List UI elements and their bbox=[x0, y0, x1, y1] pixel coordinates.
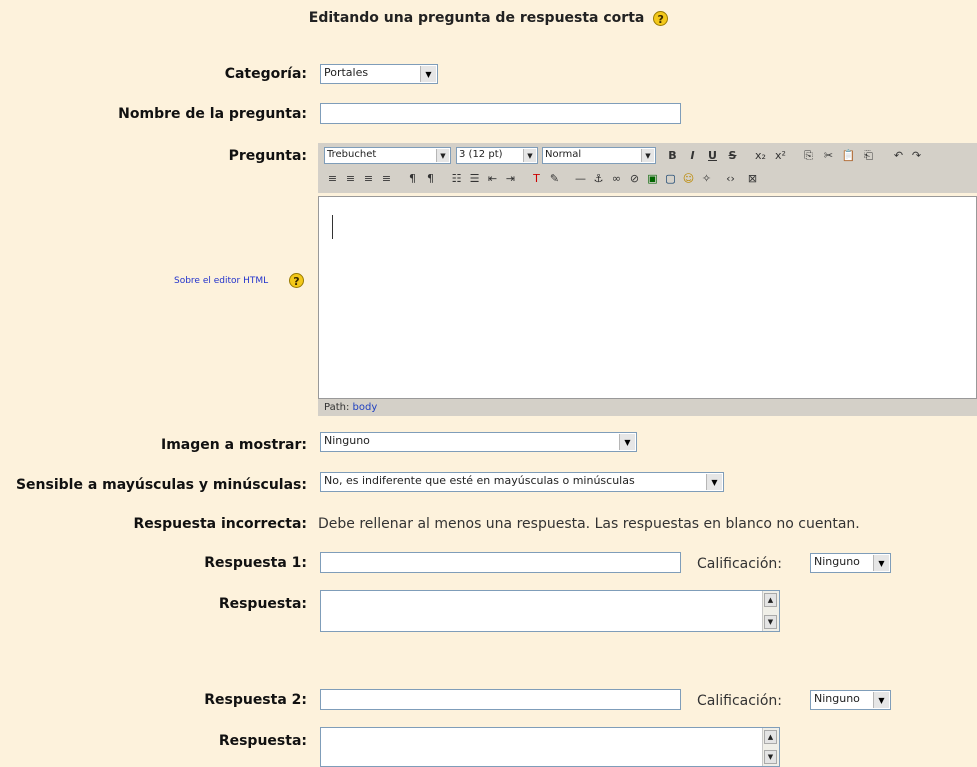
unlink-icon[interactable]: ⊘ bbox=[626, 170, 643, 187]
bold-icon[interactable]: B bbox=[664, 147, 681, 164]
calificacion-1-label: Calificación: bbox=[697, 556, 782, 572]
page-title: Editando una pregunta de respuesta corta… bbox=[0, 10, 977, 26]
font-family-value: Trebuchet bbox=[327, 149, 377, 160]
font-family-select[interactable]: Trebuchet ▼ bbox=[324, 147, 451, 164]
undo-icon[interactable]: ↶ bbox=[890, 147, 907, 164]
respuesta-1-feedback-label: Respuesta: bbox=[218, 596, 307, 612]
rtl-icon[interactable]: ¶ bbox=[422, 170, 439, 187]
link-icon[interactable]: ∞ bbox=[608, 170, 625, 187]
calificacion-2-label: Calificación: bbox=[697, 693, 782, 709]
image-icon[interactable]: ▣ bbox=[644, 170, 661, 187]
format-select[interactable]: Normal ▼ bbox=[542, 147, 656, 164]
imagen-label: Imagen a mostrar: bbox=[160, 437, 307, 453]
help-icon[interactable]: ? bbox=[653, 10, 669, 26]
respuesta-2-label: Respuesta 2: bbox=[204, 692, 307, 708]
respuesta-2-feedback-textarea[interactable]: ▲ ▼ bbox=[320, 727, 780, 767]
scroll-up-icon[interactable]: ▲ bbox=[764, 730, 777, 744]
chevron-down-icon: ▼ bbox=[619, 434, 635, 450]
scrollbar[interactable]: ▲ ▼ bbox=[762, 591, 779, 631]
respuesta-1-feedback-textarea[interactable]: ▲ ▼ bbox=[320, 590, 780, 632]
ltr-icon[interactable]: ¶ bbox=[404, 170, 421, 187]
chevron-down-icon: ▼ bbox=[873, 692, 889, 708]
sensible-select-value: No, es indiferente que esté en mayúscula… bbox=[324, 474, 635, 487]
format-value: Normal bbox=[545, 149, 582, 160]
respuesta-2-input[interactable] bbox=[320, 689, 681, 710]
text-color-icon[interactable]: T bbox=[528, 170, 545, 187]
pregunta-label: Pregunta: bbox=[228, 148, 307, 164]
sensible-select[interactable]: No, es indiferente que esté en mayúscula… bbox=[320, 472, 724, 492]
indent-icon[interactable]: ⇥ bbox=[502, 170, 519, 187]
copy-icon[interactable]: ⎘ bbox=[800, 147, 817, 164]
italic-icon[interactable]: I bbox=[684, 147, 701, 164]
redo-icon[interactable]: ↷ bbox=[908, 147, 925, 164]
highlight-icon[interactable]: ✎ bbox=[546, 170, 563, 187]
nombre-input[interactable] bbox=[320, 103, 681, 124]
paste-word-icon[interactable]: ⎗ bbox=[860, 147, 877, 164]
align-center-icon[interactable]: ≡ bbox=[342, 170, 359, 187]
scrollbar[interactable]: ▲ ▼ bbox=[762, 728, 779, 766]
ordered-list-icon[interactable]: ☷ bbox=[448, 170, 465, 187]
chevron-down-icon: ▼ bbox=[706, 474, 722, 490]
imagen-select-value: Ninguno bbox=[324, 434, 370, 447]
scroll-up-icon[interactable]: ▲ bbox=[764, 593, 777, 607]
special-char-icon[interactable]: ✧ bbox=[698, 170, 715, 187]
path-label: Path: bbox=[324, 402, 350, 413]
paste-icon[interactable]: 📋 bbox=[840, 147, 857, 164]
categoria-label: Categoría: bbox=[224, 66, 307, 82]
help-icon[interactable]: ? bbox=[289, 273, 304, 288]
html-source-icon[interactable]: ‹› bbox=[722, 170, 739, 187]
font-size-select[interactable]: 3 (12 pt) ▼ bbox=[456, 147, 538, 164]
outdent-icon[interactable]: ⇤ bbox=[484, 170, 501, 187]
calificacion-2-value: Ninguno bbox=[814, 692, 860, 705]
chevron-down-icon: ▼ bbox=[436, 149, 449, 162]
question-editor[interactable] bbox=[318, 196, 977, 399]
anchor-icon[interactable]: ⚓ bbox=[590, 170, 607, 187]
chevron-down-icon: ▼ bbox=[873, 555, 889, 571]
respuesta-1-input[interactable] bbox=[320, 552, 681, 573]
superscript-icon[interactable]: x² bbox=[772, 147, 789, 164]
align-left-icon[interactable]: ≡ bbox=[324, 170, 341, 187]
imagen-select[interactable]: Ninguno ▼ bbox=[320, 432, 637, 452]
strikethrough-icon[interactable]: S bbox=[724, 147, 741, 164]
horizontal-rule-icon[interactable]: — bbox=[572, 170, 589, 187]
align-right-icon[interactable]: ≡ bbox=[360, 170, 377, 187]
sensible-label: Sensible a mayúsculas y minúsculas: bbox=[15, 477, 307, 493]
calificacion-1-value: Ninguno bbox=[814, 555, 860, 568]
page-title-text: Editando una pregunta de respuesta corta bbox=[308, 10, 645, 26]
editor-path-bar: Path: body bbox=[318, 399, 977, 416]
text-caret bbox=[332, 215, 333, 239]
calificacion-2-select[interactable]: Ninguno ▼ bbox=[810, 690, 891, 710]
respuesta-1-label: Respuesta 1: bbox=[204, 555, 307, 571]
respuesta-incorrecta-label: Respuesta incorrecta: bbox=[133, 516, 307, 532]
nombre-label: Nombre de la pregunta: bbox=[118, 106, 307, 122]
unordered-list-icon[interactable]: ☰ bbox=[466, 170, 483, 187]
font-size-value: 3 (12 pt) bbox=[459, 149, 503, 160]
chevron-down-icon: ▼ bbox=[641, 149, 654, 162]
subscript-icon[interactable]: x₂ bbox=[752, 147, 769, 164]
path-body-link[interactable]: body bbox=[353, 402, 378, 413]
categoria-select[interactable]: Portales ▼ bbox=[320, 64, 438, 84]
underline-icon[interactable]: U bbox=[704, 147, 721, 164]
validation-message: Debe rellenar al menos una respuesta. La… bbox=[318, 516, 860, 532]
scroll-down-icon[interactable]: ▼ bbox=[764, 750, 777, 764]
scroll-down-icon[interactable]: ▼ bbox=[764, 615, 777, 629]
html-editor-link[interactable]: Sobre el editor HTML bbox=[174, 276, 268, 286]
clean-html-icon[interactable]: ⊠ bbox=[744, 170, 761, 187]
cut-icon[interactable]: ✂ bbox=[820, 147, 837, 164]
categoria-select-value: Portales bbox=[324, 66, 369, 79]
chevron-down-icon: ▼ bbox=[523, 149, 536, 162]
respuesta-2-feedback-label: Respuesta: bbox=[218, 733, 307, 749]
calificacion-1-select[interactable]: Ninguno ▼ bbox=[810, 553, 891, 573]
table-icon[interactable]: ▢ bbox=[662, 170, 679, 187]
chevron-down-icon: ▼ bbox=[420, 66, 436, 82]
justify-icon[interactable]: ≡ bbox=[378, 170, 395, 187]
smiley-icon[interactable]: ☺ bbox=[680, 170, 697, 187]
